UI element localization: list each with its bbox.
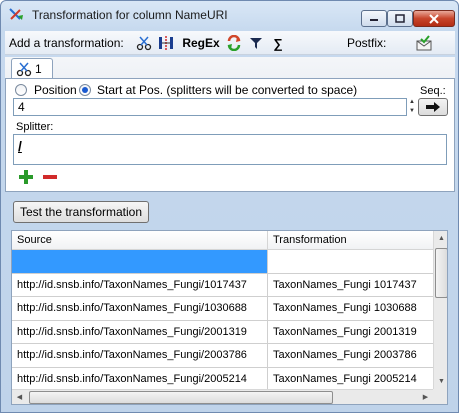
transformation-cell[interactable] (268, 250, 433, 273)
source-cell[interactable]: http://id.snsb.info/TaxonNames_Fungi/200… (12, 344, 268, 367)
column-header-transformation[interactable]: Transformation (268, 231, 433, 250)
seq-label: Seq.: (420, 85, 446, 97)
table-row[interactable]: http://id.snsb.info/TaxonNames_Fungi/200… (12, 344, 433, 368)
grid-header: Source Transformation (12, 231, 433, 250)
scroll-left-icon[interactable]: ◀ (12, 390, 27, 404)
source-cell[interactable]: http://id.snsb.info/TaxonNames_Fungi/200… (12, 320, 268, 344)
vertical-scroll-thumb[interactable] (435, 248, 447, 298)
source-cell[interactable]: http://id.snsb.info/TaxonNames_Fungi/103… (12, 297, 268, 320)
add-transformation-label: Add a transformation: (9, 36, 124, 50)
table-row[interactable]: http://id.snsb.info/TaxonNames_Fungi/200… (12, 320, 433, 344)
filter-button[interactable] (248, 34, 264, 52)
sum-button[interactable]: ∑ (271, 34, 285, 52)
scroll-corner (433, 389, 447, 404)
transformation-cell[interactable]: TaxonNames_Fungi 2005214 (268, 368, 433, 391)
vertical-scrollbar[interactable]: ▲ ▼ (433, 231, 447, 389)
scroll-down-icon[interactable]: ▼ (434, 374, 447, 389)
position-input[interactable]: 4 (13, 98, 407, 116)
transformation-cell[interactable]: TaxonNames_Fungi 1017437 (268, 274, 433, 297)
filter-icon (250, 38, 262, 49)
position-radio[interactable] (15, 84, 27, 96)
replace-icon (227, 35, 241, 51)
tab-label: 1 (35, 62, 42, 76)
spin-down-icon[interactable]: ▼ (407, 107, 417, 116)
tab-1[interactable]: 1 (11, 58, 53, 79)
table-row[interactable]: http://id.snsb.info/TaxonNames_Fungi/101… (12, 273, 433, 297)
tab-strip: 1 (5, 57, 455, 79)
transformation-cell[interactable]: TaxonNames_Fungi 2001319 (268, 321, 433, 344)
source-cell[interactable]: http://id.snsb.info/TaxonNames_Fungi/200… (12, 367, 268, 391)
horizontal-scroll-thumb[interactable] (29, 391, 333, 404)
replace-button[interactable] (225, 34, 243, 52)
transformation-panel: Position Start at Pos. (splitters will b… (5, 78, 455, 192)
start-at-pos-radio[interactable] (79, 84, 91, 96)
position-radio-label: Position (34, 83, 77, 97)
postfix-label: Postfix: (347, 36, 387, 50)
table-row[interactable] (12, 250, 433, 274)
minimize-icon (370, 18, 378, 21)
minimize-button[interactable] (361, 10, 387, 27)
splitter-input[interactable]: / (13, 134, 447, 165)
column-header-source[interactable]: Source (12, 231, 268, 250)
remove-splitter-button[interactable] (42, 169, 58, 185)
arrow-right-icon (426, 102, 440, 112)
add-splitter-button[interactable] (18, 169, 34, 185)
grid-rows: http://id.snsb.info/TaxonNames_Fungi/101… (12, 250, 433, 391)
mail-append-icon (416, 35, 432, 51)
preview-grid: Source Transformation http://id.snsb.inf… (11, 230, 448, 405)
table-row[interactable]: http://id.snsb.info/TaxonNames_Fungi/200… (12, 367, 433, 391)
scissors-icon (136, 36, 152, 51)
transformation-cell[interactable]: TaxonNames_Fungi 1030688 (268, 297, 433, 320)
sequence-button[interactable] (418, 98, 448, 116)
window-title: Transformation for column NameURI (32, 8, 228, 22)
splitter-label: Splitter: (16, 121, 54, 133)
transformation-window: Transformation for column NameURI Add a … (0, 0, 459, 413)
maximize-icon (395, 14, 405, 23)
close-icon (429, 13, 439, 24)
column-split-button[interactable] (157, 34, 175, 52)
horizontal-scrollbar[interactable]: ◀ ▶ (12, 389, 433, 404)
position-spinner[interactable]: ▲ ▼ (407, 98, 417, 116)
minus-icon (43, 175, 57, 179)
close-button[interactable] (413, 10, 455, 27)
source-cell[interactable] (12, 250, 268, 273)
table-row[interactable]: http://id.snsb.info/TaxonNames_Fungi/103… (12, 297, 433, 321)
spin-up-icon[interactable]: ▲ (407, 98, 417, 107)
scroll-right-icon[interactable]: ▶ (418, 390, 433, 404)
title-bar: Transformation for column NameURI (1, 1, 458, 29)
maximize-button[interactable] (387, 10, 413, 27)
scissors-split-button[interactable] (135, 34, 153, 52)
postfix-button[interactable] (415, 34, 433, 52)
transformation-cell[interactable]: TaxonNames_Fungi 2003786 (268, 344, 433, 367)
start-at-pos-label: Start at Pos. (splitters will be convert… (97, 83, 358, 97)
test-transformation-button[interactable]: Test the transformation (13, 201, 149, 223)
source-cell[interactable]: http://id.snsb.info/TaxonNames_Fungi/101… (12, 273, 268, 297)
plus-icon (19, 170, 33, 184)
regex-button[interactable]: RegEx (181, 34, 221, 52)
transformation-toolbar: Add a transformation: RegEx ∑ Postfix: (5, 31, 455, 55)
split-columns-icon (159, 36, 173, 50)
transform-app-icon (8, 7, 26, 23)
scroll-up-icon[interactable]: ▲ (434, 231, 447, 246)
